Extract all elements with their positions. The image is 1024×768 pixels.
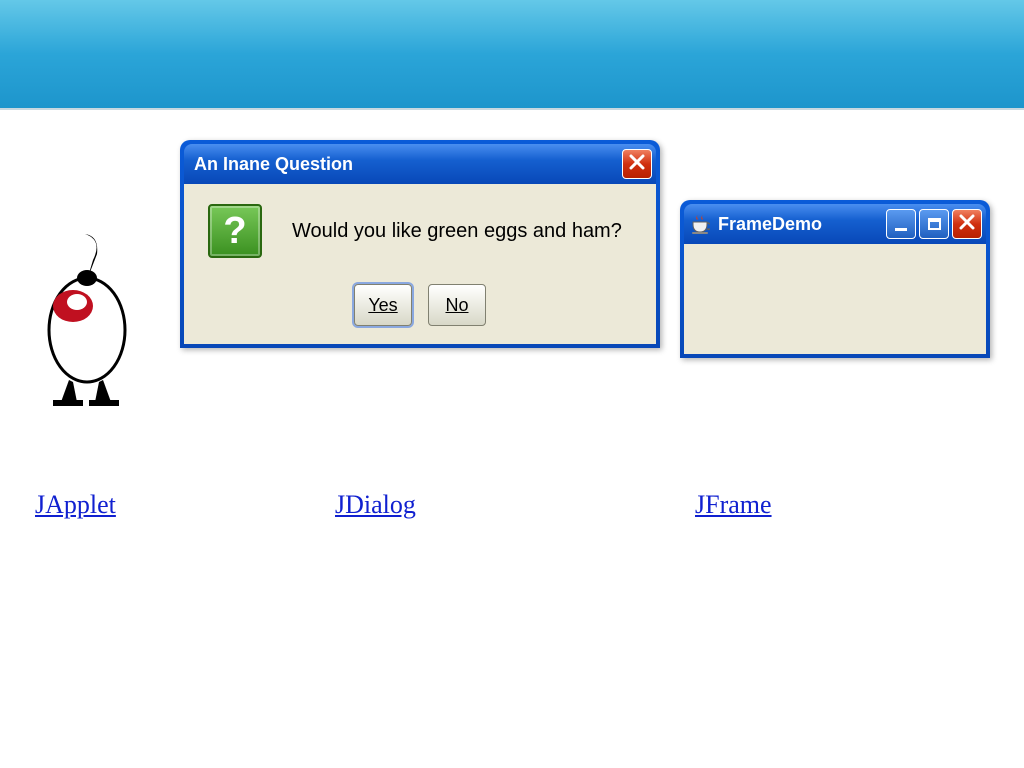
japplet-mascot (25, 230, 145, 410)
minimize-button[interactable] (886, 209, 916, 239)
tumbler-icon (25, 230, 145, 410)
yes-button[interactable]: Yes (354, 284, 412, 326)
links-row: JApplet JDialog JFrame (0, 490, 1024, 520)
maximize-icon (928, 218, 941, 230)
jframe-link[interactable]: JFrame (695, 490, 772, 519)
no-button[interactable]: No (428, 284, 486, 326)
minimize-icon (895, 228, 907, 231)
java-cup-icon (690, 212, 710, 236)
dialog-button-row: Yes No (208, 284, 632, 326)
top-banner (0, 0, 1024, 110)
dialog-body: ? Would you like green eggs and ham? Yes… (184, 184, 656, 344)
maximize-button[interactable] (919, 209, 949, 239)
close-button[interactable] (622, 149, 652, 179)
window-controls (886, 209, 982, 239)
frame-title-left: FrameDemo (690, 212, 822, 236)
question-icon: ? (208, 204, 262, 258)
content-row: An Inane Question ? Would you like green… (0, 110, 1024, 470)
frame-titlebar[interactable]: FrameDemo (684, 204, 986, 244)
dialog-message: Would you like green eggs and ham? (292, 220, 622, 243)
jdialog-link[interactable]: JDialog (335, 490, 416, 519)
japplet-link[interactable]: JApplet (35, 490, 116, 519)
frame-title: FrameDemo (718, 214, 822, 235)
jframe-window: FrameDemo (680, 200, 990, 358)
jdialog-window: An Inane Question ? Would you like green… (180, 140, 660, 348)
frame-body (684, 244, 986, 354)
dialog-titlebar[interactable]: An Inane Question (184, 144, 656, 184)
close-icon (959, 214, 975, 235)
dialog-title: An Inane Question (194, 154, 353, 175)
close-icon (629, 153, 645, 176)
dialog-content: ? Would you like green eggs and ham? (208, 204, 632, 258)
frame-close-button[interactable] (952, 209, 982, 239)
